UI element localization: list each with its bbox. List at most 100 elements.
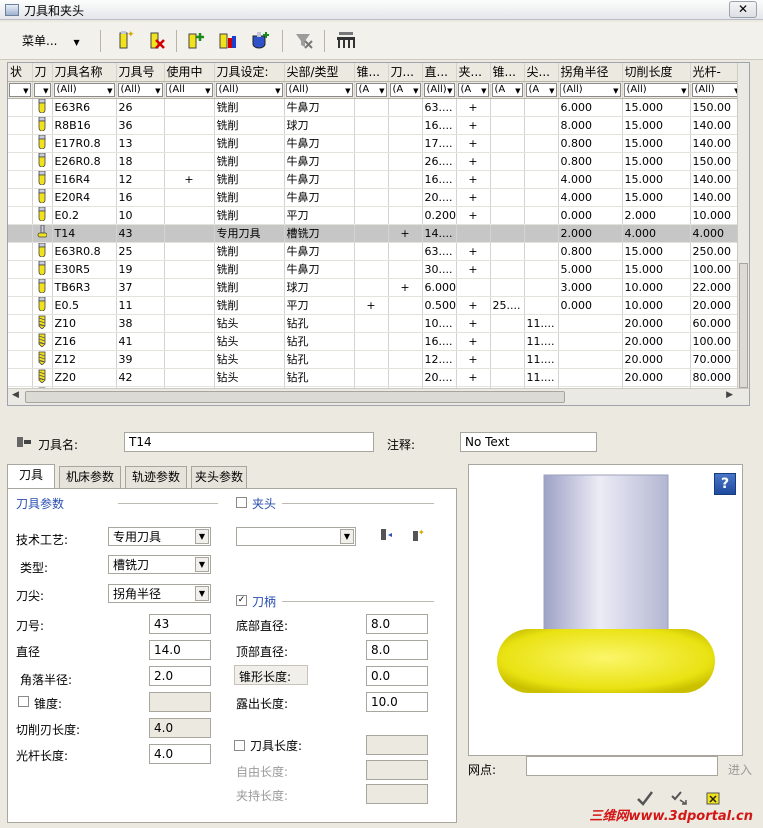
cell-shank: 4.000: [690, 224, 744, 243]
clear-filter-icon[interactable]: [292, 28, 316, 52]
table-row[interactable]: E0.5 11 铣削 平刀 +0.500 +25.... 0.000 10.000 20.000: [8, 296, 744, 315]
tool-library-icon[interactable]: [334, 28, 358, 52]
add-tool-icon[interactable]: [184, 28, 208, 52]
column-header[interactable]: 状: [8, 63, 33, 82]
help-button[interactable]: ?: [714, 473, 736, 495]
chuck-select[interactable]: ▼: [236, 527, 356, 546]
table-row[interactable]: E26R0.8 18 铣削 牛鼻刀 26.... +0.800 15.000 150.00: [8, 152, 744, 171]
column-header[interactable]: 使用中: [164, 63, 215, 82]
table-row[interactable]: Z10 38 钻头 钻孔 10.... +11.... 20.000 60.000: [8, 314, 744, 333]
taper-field[interactable]: [149, 692, 211, 712]
column-filter-select[interactable]: (A ▼: [525, 82, 557, 97]
table-row[interactable]: E63R6 26 铣削 牛鼻刀 63.... +6.000 15.000 150.00: [8, 98, 744, 117]
table-row[interactable]: Z12 39 钻头 钻孔 12.... +11.... 20.000 70.000: [8, 350, 744, 369]
enter-button[interactable]: 进入: [728, 761, 752, 778]
chuck-edit-icon[interactable]: [378, 527, 394, 546]
diameter-field[interactable]: 14.0: [149, 640, 211, 660]
column-filter-select[interactable]: (A ▼: [355, 82, 387, 97]
column-filter-select[interactable]: (All)▼: [423, 82, 455, 97]
table-row[interactable]: E16R4 12 + 铣削 牛鼻刀 16.... +4.000 15.000 140.00: [8, 170, 744, 189]
column-header[interactable]: 切削长度: [622, 63, 691, 82]
mesh-field[interactable]: [526, 756, 718, 776]
table-row[interactable]: R8B16 36 铣削 球刀 16.... +8.000 15.000 140.00: [8, 116, 744, 135]
column-header[interactable]: 刀: [32, 63, 53, 82]
column-filter-select[interactable]: (All)▼: [285, 82, 353, 97]
table-row[interactable]: TB6R3 37 铣削 球刀 +6.000 3.000 10.000 22.000: [8, 278, 744, 297]
column-header[interactable]: 夹...: [456, 63, 491, 82]
column-filter-select[interactable]: (All)▼: [53, 82, 115, 97]
tool-number-field[interactable]: 43: [149, 614, 211, 634]
free-length-field[interactable]: [366, 760, 428, 780]
column-filter-select[interactable]: ▼: [9, 82, 31, 97]
cutting-length-field[interactable]: 4.0: [149, 718, 211, 738]
tip-select[interactable]: 拐角半径 ▼: [108, 584, 211, 603]
process-select[interactable]: 专用刀具 ▼: [108, 527, 211, 546]
holder-checkbox[interactable]: ✓: [236, 595, 247, 606]
column-filter-select[interactable]: ▼: [33, 82, 51, 97]
column-filter-select[interactable]: (A ▼: [491, 82, 523, 97]
tab-chuck-params[interactable]: 夹头参数: [191, 466, 247, 488]
column-header[interactable]: 刀...: [388, 63, 423, 82]
table-row[interactable]: E17R0.8 13 铣削 牛鼻刀 17.... +0.800 15.000 140.00: [8, 134, 744, 153]
column-header[interactable]: 刀具设定:: [214, 63, 285, 82]
scroll-right-icon[interactable]: ▶: [726, 390, 733, 400]
scroll-thumb[interactable]: [25, 391, 565, 403]
taper-length-button[interactable]: 锥形长度:: [234, 665, 308, 685]
column-header[interactable]: 尖部/类型: [284, 63, 355, 82]
column-header[interactable]: 锥...: [490, 63, 525, 82]
clamp-length-field[interactable]: [366, 784, 428, 804]
horizontal-scrollbar[interactable]: ◀ ▶: [8, 388, 749, 405]
corner-radius-field[interactable]: 2.0: [149, 666, 211, 686]
tab-toolpath-params[interactable]: 轨迹参数: [125, 466, 187, 488]
table-row[interactable]: Z16 41 钻头 钻孔 16.... +11.... 20.000 100.00: [8, 332, 744, 351]
tool-color-icon[interactable]: [216, 28, 240, 52]
tool-length-field[interactable]: [366, 735, 428, 755]
bottom-diameter-field[interactable]: 8.0: [366, 614, 428, 634]
table-row[interactable]: T14 43 专用刀具 槽铣刀 +14.... 2.000 4.000 4.000: [8, 224, 744, 243]
top-diameter-field[interactable]: 8.0: [366, 640, 428, 660]
cell-shank: 10.000: [690, 206, 744, 225]
column-filter-select[interactable]: (All)▼: [559, 82, 621, 97]
tool-name-field[interactable]: T14: [124, 432, 374, 452]
chuck-new-icon[interactable]: ✦: [410, 527, 426, 546]
exposed-length-field[interactable]: 10.0: [366, 692, 428, 712]
scroll-thumb[interactable]: [739, 263, 748, 388]
column-header[interactable]: 刀具号: [116, 63, 165, 82]
column-header[interactable]: 锥...: [354, 63, 389, 82]
column-filter-select[interactable]: (A ▼: [389, 82, 421, 97]
tool-list-grid[interactable]: 状刀刀具名称 刀具号 使用中 刀具设定: 尖部/类型 锥... 刀... 直... 夹... 锥.…: [7, 62, 750, 406]
tab-machine-params[interactable]: 机床参数: [59, 466, 121, 488]
column-filter-select[interactable]: (A ▼: [457, 82, 489, 97]
table-row[interactable]: E30R5 19 铣削 牛鼻刀 30.... +5.000 15.000 100.00: [8, 260, 744, 279]
table-row[interactable]: E63R0.8 25 铣削 牛鼻刀 63.... +0.800 15.000 250.00: [8, 242, 744, 261]
column-header[interactable]: 光杆-: [690, 63, 744, 82]
column-filter-select[interactable]: (All)▼: [117, 82, 163, 97]
tab-tool[interactable]: 刀具: [7, 464, 55, 488]
tool-holder-icon[interactable]: [248, 28, 272, 52]
table-row[interactable]: E0.2 10 铣削 平刀 0.200 +0.000 2.000 10.000: [8, 206, 744, 225]
column-filter-select[interactable]: (All)▼: [691, 82, 742, 97]
chuck-checkbox[interactable]: [236, 497, 247, 508]
delete-tool-icon[interactable]: [144, 28, 168, 52]
new-tool-icon[interactable]: ✦: [112, 28, 136, 52]
type-select[interactable]: 槽铣刀 ▼: [108, 555, 211, 574]
tool-length-checkbox[interactable]: [234, 740, 245, 751]
shank-length-field[interactable]: 4.0: [149, 744, 211, 764]
taper-length-field[interactable]: 0.0: [366, 666, 428, 686]
menu-dropdown-button[interactable]: 菜单... ▼: [22, 32, 80, 49]
column-filter-select[interactable]: (All)▼: [623, 82, 689, 97]
column-header[interactable]: 拐角半径: [558, 63, 623, 82]
scroll-left-icon[interactable]: ◀: [12, 390, 19, 400]
column-header[interactable]: 刀具名称: [52, 63, 117, 82]
column-filter-select[interactable]: (All ▼: [165, 82, 213, 97]
table-row[interactable]: Z20 42 钻头 钻孔 20.... +11.... 20.000 80.000: [8, 368, 744, 387]
cell-num: 12: [116, 170, 165, 189]
column-header[interactable]: 尖...: [524, 63, 559, 82]
note-field[interactable]: No Text: [460, 432, 597, 452]
column-filter-select[interactable]: (All)▼: [215, 82, 283, 97]
taper-checkbox[interactable]: [18, 696, 29, 707]
vertical-scrollbar[interactable]: [737, 63, 749, 389]
close-button[interactable]: ✕: [729, 1, 757, 18]
table-row[interactable]: E20R4 16 铣削 牛鼻刀 20.... +4.000 15.000 140.00: [8, 188, 744, 207]
column-header[interactable]: 直...: [422, 63, 457, 82]
